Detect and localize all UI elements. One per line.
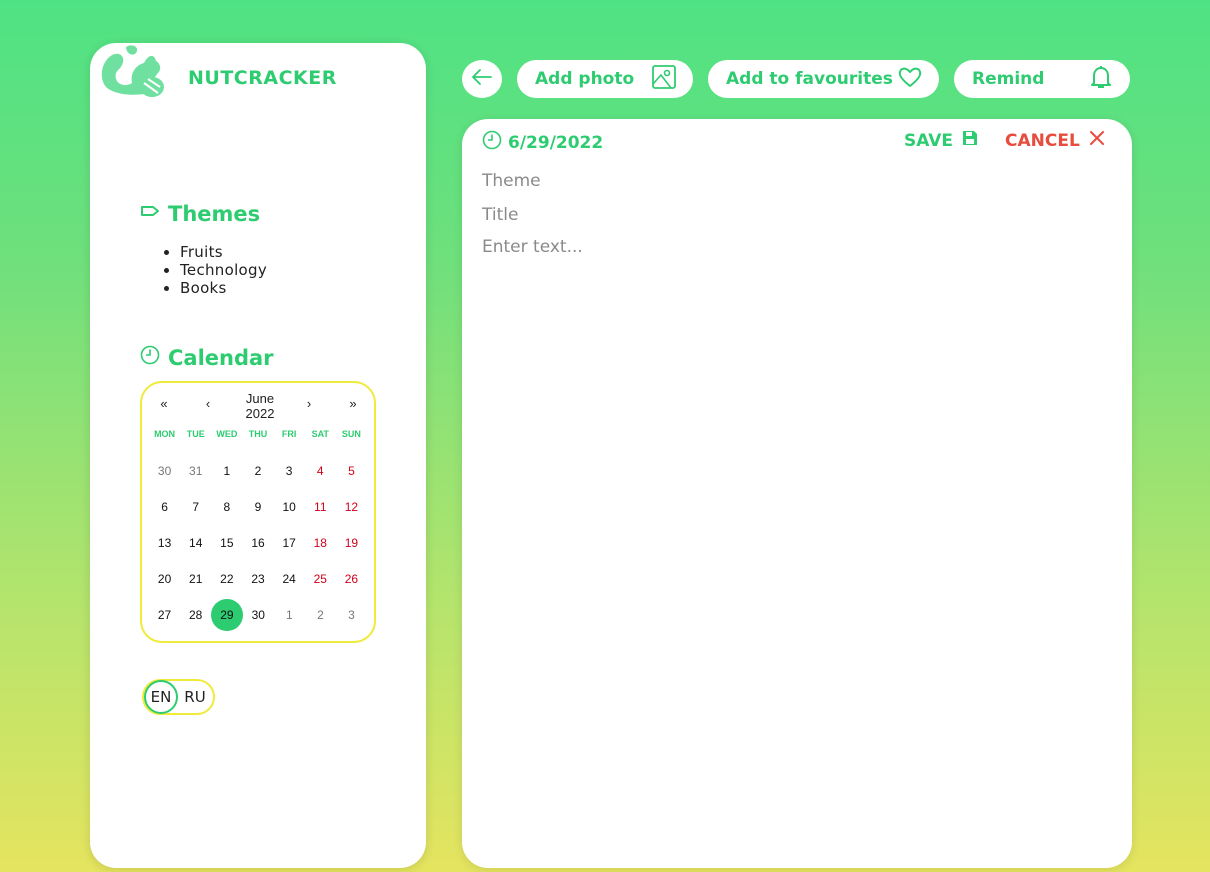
theme-item[interactable]: Technology — [180, 261, 267, 279]
prev-year-button[interactable]: « — [154, 396, 174, 411]
weekday-label: FRI — [281, 429, 297, 439]
language-ru-button[interactable]: RU — [178, 680, 212, 714]
calendar-day[interactable]: 31 — [180, 455, 211, 487]
calendar-week: 30 31 1 2 3 4 5 — [149, 453, 367, 489]
note-text-input[interactable] — [482, 237, 1102, 837]
remind-label: Remind — [972, 69, 1045, 89]
remind-button[interactable]: Remind — [954, 60, 1130, 98]
calendar-day[interactable]: 22 — [211, 563, 242, 595]
theme-input[interactable] — [482, 169, 1102, 193]
theme-item[interactable]: Fruits — [180, 243, 267, 261]
squirrel-icon[interactable] — [96, 43, 172, 99]
title-input[interactable] — [482, 203, 1102, 227]
calendar-day[interactable]: 13 — [149, 527, 180, 559]
weekday-label: SUN — [341, 429, 361, 439]
cancel-button[interactable]: CANCEL — [1005, 129, 1106, 152]
calendar-day[interactable]: 8 — [211, 491, 242, 523]
calendar-day[interactable]: 3 — [274, 455, 305, 487]
close-icon — [1088, 129, 1106, 152]
bell-icon — [1088, 64, 1114, 95]
calendar-day[interactable]: 2 — [305, 599, 336, 631]
calendar-day[interactable]: 1 — [211, 455, 242, 487]
calendar-day[interactable]: 19 — [336, 527, 367, 559]
themes-title: Themes — [168, 201, 261, 226]
calendar-day[interactable]: 18 — [305, 527, 336, 559]
sidebar: NUTCRACKER Themes Fruits Technology Book… — [90, 43, 426, 868]
save-button[interactable]: SAVE — [904, 129, 979, 152]
calendar-week: 27 28 29 30 1 2 3 — [149, 597, 367, 633]
theme-item[interactable]: Books — [180, 279, 267, 297]
calendar-day[interactable]: 2 — [242, 455, 273, 487]
calendar-title: Calendar — [168, 345, 274, 370]
calendar-day[interactable]: 9 — [242, 491, 273, 523]
calendar-week: 20 21 22 23 24 25 26 — [149, 561, 367, 597]
calendar-days: 30 31 1 2 3 4 5 6 7 8 9 10 11 12 13 14 15 16 17 18 19 20 21 22 2… — [149, 453, 367, 633]
calendar-widget: « ‹ June 2022 › » MON TUE WED THU FRI SA… — [140, 381, 376, 643]
add-photo-button[interactable]: Add photo — [517, 60, 693, 98]
calendar-day[interactable]: 10 — [274, 491, 305, 523]
calendar-day[interactable]: 27 — [149, 599, 180, 631]
arrow-left-icon — [469, 64, 495, 95]
calendar-week: 13 14 15 16 17 18 19 — [149, 525, 367, 561]
back-button[interactable] — [462, 60, 502, 98]
next-year-button[interactable]: » — [343, 396, 363, 411]
calendar-day[interactable]: 21 — [180, 563, 211, 595]
weekday-label: THU — [248, 429, 268, 439]
calendar-day[interactable]: 4 — [305, 455, 336, 487]
add-to-favourites-button[interactable]: Add to favourites — [708, 60, 939, 98]
calendar-day[interactable]: 28 — [180, 599, 211, 631]
note-date-text: 6/29/2022 — [508, 132, 604, 153]
weekday-label: MON — [154, 429, 176, 439]
calendar-day[interactable]: 29 — [211, 599, 243, 631]
clock-icon — [140, 345, 160, 370]
brand-name: NUTCRACKER — [188, 67, 337, 89]
tag-icon — [140, 201, 160, 226]
language-en-button[interactable]: EN — [144, 680, 178, 714]
calendar-year: 2022 — [245, 406, 275, 421]
calendar-week: 6 7 8 9 10 11 12 — [149, 489, 367, 525]
calendar-day[interactable]: 16 — [242, 527, 273, 559]
calendar-day[interactable]: 6 — [149, 491, 180, 523]
note-editor: 6/29/2022 SAVE CANCEL — [462, 119, 1132, 868]
calendar-day[interactable]: 30 — [243, 599, 274, 631]
calendar-day[interactable]: 26 — [336, 563, 367, 595]
calendar-heading: Calendar — [140, 345, 274, 370]
calendar-day[interactable]: 23 — [242, 563, 273, 595]
themes-list: Fruits Technology Books — [180, 243, 267, 297]
cancel-label: CANCEL — [1005, 130, 1080, 151]
calendar-day[interactable]: 11 — [305, 491, 336, 523]
add-favourites-label: Add to favourites — [726, 69, 893, 89]
calendar-day[interactable]: 15 — [211, 527, 242, 559]
floppy-disk-icon — [961, 129, 979, 152]
calendar-day[interactable]: 3 — [336, 599, 367, 631]
prev-month-button[interactable]: ‹ — [198, 396, 218, 411]
calendar-day[interactable]: 14 — [180, 527, 211, 559]
next-month-button[interactable]: › — [299, 396, 319, 411]
clock-icon — [482, 130, 502, 155]
calendar-day[interactable]: 25 — [305, 563, 336, 595]
calendar-month-label[interactable]: June 2022 — [230, 391, 290, 421]
language-switch: EN RU — [142, 679, 215, 715]
weekday-label: WED — [216, 429, 238, 439]
calendar-day[interactable]: 30 — [149, 455, 180, 487]
save-label: SAVE — [904, 130, 954, 151]
calendar-day[interactable]: 7 — [180, 491, 211, 523]
image-icon — [651, 64, 677, 95]
calendar-day[interactable]: 17 — [274, 527, 305, 559]
themes-heading: Themes — [140, 201, 260, 226]
calendar-navigation: « ‹ June 2022 › » — [142, 391, 374, 421]
calendar-day[interactable]: 5 — [336, 455, 367, 487]
add-photo-label: Add photo — [535, 69, 635, 89]
weekday-label: TUE — [186, 429, 205, 439]
calendar-month: June — [245, 391, 275, 406]
note-date: 6/29/2022 — [482, 130, 603, 155]
weekday-label: SAT — [311, 429, 329, 439]
calendar-day[interactable]: 1 — [274, 599, 305, 631]
heart-icon — [897, 64, 923, 95]
calendar-day[interactable]: 12 — [336, 491, 367, 523]
calendar-day[interactable]: 20 — [149, 563, 180, 595]
calendar-day[interactable]: 24 — [274, 563, 305, 595]
weekday-header: MON TUE WED THU FRI SAT SUN — [149, 429, 367, 439]
